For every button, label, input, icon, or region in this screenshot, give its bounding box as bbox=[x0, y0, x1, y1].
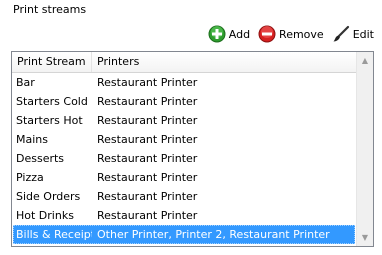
vertical-scrollbar[interactable]: ▲ ▼ bbox=[356, 52, 373, 246]
stream-printers: Restaurant Printer bbox=[97, 209, 198, 222]
stream-name: Bar bbox=[16, 76, 35, 89]
add-button[interactable]: Add bbox=[208, 25, 250, 43]
stream-printers: Other Printer, Printer 2, Restaurant Pri… bbox=[97, 228, 330, 241]
column-header-printers[interactable]: Printers bbox=[92, 52, 356, 72]
stream-name: Side Orders bbox=[16, 190, 81, 203]
stream-printers: Restaurant Printer bbox=[97, 152, 198, 165]
stream-name: Hot Drinks bbox=[16, 209, 74, 222]
scroll-up-arrow-icon[interactable]: ▲ bbox=[357, 52, 373, 69]
stream-printers: Restaurant Printer bbox=[97, 190, 198, 203]
stream-printers: Restaurant Printer bbox=[97, 171, 198, 184]
list-item[interactable]: Bar Restaurant Printer bbox=[13, 73, 355, 92]
remove-button[interactable]: Remove bbox=[258, 25, 324, 43]
edit-button[interactable]: Edit bbox=[332, 25, 374, 43]
print-streams-list[interactable]: Print Stream Printers Bar Restaurant Pri… bbox=[11, 51, 374, 247]
stream-name: Pizza bbox=[16, 171, 44, 184]
toolbar: Add Remove Edit bbox=[200, 24, 374, 44]
stream-printers: Restaurant Printer bbox=[97, 95, 198, 108]
list-item[interactable]: Desserts Restaurant Printer bbox=[13, 149, 355, 168]
remove-button-label: Remove bbox=[279, 27, 324, 41]
list-item[interactable]: Starters Cold Restaurant Printer bbox=[13, 92, 355, 111]
section-title: Print streams bbox=[13, 3, 87, 16]
list-item[interactable]: Hot Drinks Restaurant Printer bbox=[13, 206, 355, 225]
stream-name: Starters Hot bbox=[16, 114, 83, 127]
list-rows: Bar Restaurant Printer Starters Cold Res… bbox=[13, 73, 355, 244]
scroll-down-arrow-icon[interactable]: ▼ bbox=[357, 229, 373, 246]
list-item[interactable]: Mains Restaurant Printer bbox=[13, 130, 355, 149]
stream-printers: Restaurant Printer bbox=[97, 133, 198, 146]
list-item[interactable]: Starters Hot Restaurant Printer bbox=[13, 111, 355, 130]
add-button-label: Add bbox=[228, 27, 251, 41]
column-header-print-stream[interactable]: Print Stream bbox=[12, 52, 92, 72]
stream-name: Bills & Receipts bbox=[16, 228, 92, 241]
list-header: Print Stream Printers bbox=[12, 52, 356, 73]
minus-circle-icon bbox=[258, 25, 276, 43]
stream-name: Mains bbox=[16, 133, 48, 146]
stream-name: Starters Cold bbox=[16, 95, 88, 108]
stream-printers: Restaurant Printer bbox=[97, 114, 198, 127]
list-item[interactable]: Side Orders Restaurant Printer bbox=[13, 187, 355, 206]
brush-icon bbox=[333, 25, 349, 42]
list-item-selected[interactable]: Bills & Receipts Other Printer, Printer … bbox=[13, 225, 355, 244]
list-item[interactable]: Pizza Restaurant Printer bbox=[13, 168, 355, 187]
stream-name: Desserts bbox=[16, 152, 65, 165]
edit-button-label: Edit bbox=[352, 27, 374, 41]
stream-printers: Restaurant Printer bbox=[97, 76, 198, 89]
plus-circle-icon bbox=[208, 25, 226, 43]
